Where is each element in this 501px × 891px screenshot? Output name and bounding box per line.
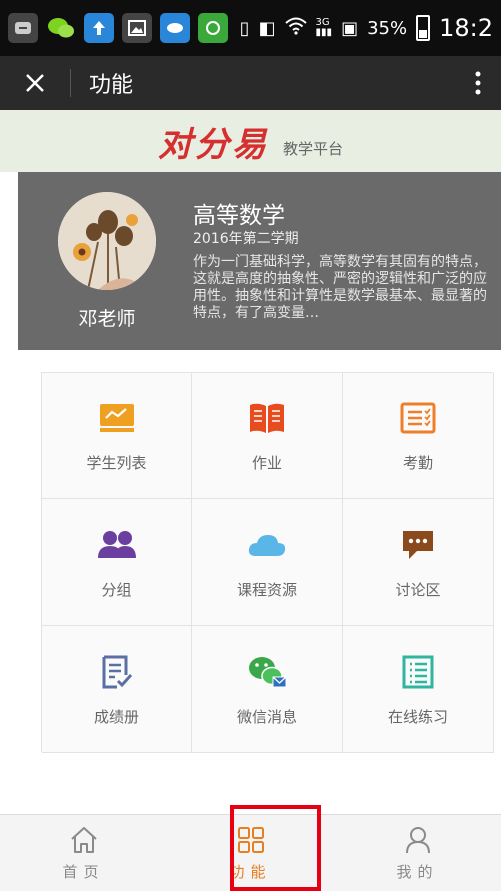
- gradebook-icon: [97, 652, 137, 692]
- page-title: 功能: [89, 73, 134, 98]
- grid-item-label: 在线练习: [387, 707, 448, 726]
- tab-label: 我的: [396, 862, 439, 881]
- grid-item-label: 课程资源: [236, 580, 297, 599]
- grid-item-homework[interactable]: 作业: [192, 373, 343, 499]
- online-practice-icon: [398, 652, 438, 692]
- more-menu-button[interactable]: [455, 56, 501, 110]
- signal-icon: 3G ▮▮▮: [315, 17, 333, 38]
- vibrate-icon: ▯: [239, 17, 250, 39]
- notification-icon: [8, 13, 38, 43]
- sim-icon: ▣: [341, 17, 359, 39]
- tab-function[interactable]: 功能: [167, 815, 334, 891]
- tab-label: 首页: [62, 862, 105, 881]
- battery-icon: [416, 15, 431, 41]
- close-button[interactable]: [0, 56, 70, 110]
- title-bar: 功能: [0, 56, 501, 110]
- user-icon: [405, 826, 430, 853]
- grid-item-label: 成绩册: [93, 707, 139, 726]
- nfc-icon: ◧: [258, 17, 276, 39]
- app-notification-icon: [198, 13, 228, 43]
- grid-item-label: 讨论区: [395, 580, 441, 599]
- grid-item-label: 分组: [101, 580, 132, 599]
- tab-home[interactable]: 首页: [0, 815, 167, 891]
- grid-item-group[interactable]: 分组: [42, 499, 192, 626]
- cloud-icon: [247, 525, 287, 565]
- battery-percent: 35%: [367, 17, 408, 39]
- upload-icon: [84, 13, 114, 43]
- course-card[interactable]: 邓老师 高等数学 2016年第二学期 作为一门基础科学，高等数学有其固有的特点，…: [18, 172, 501, 350]
- image-icon: [122, 13, 152, 43]
- clock: 18:2: [439, 14, 493, 42]
- discussion-icon: [398, 525, 438, 565]
- group-icon: [97, 525, 137, 565]
- wechat-notification-icon: [46, 13, 76, 43]
- grid-item-student-list[interactable]: 学生列表: [42, 373, 192, 499]
- attendance-icon: [398, 398, 438, 438]
- brand-subtitle: 教学平台: [282, 139, 343, 158]
- grid-item-wechat-messages[interactable]: 微信消息: [192, 626, 343, 753]
- status-bar: ▯ ◧ 3G ▮▮▮ ▣ 35% 18:2: [0, 0, 501, 56]
- weather-icon: [160, 13, 190, 43]
- wechat-icon: [247, 652, 287, 692]
- grid-item-attendance[interactable]: 考勤: [343, 373, 494, 499]
- grid-item-label: 作业: [251, 454, 282, 472]
- bottom-tab-bar: 首页 功能 我的: [0, 814, 501, 891]
- grid-item-label: 考勤: [402, 454, 433, 472]
- grid-item-discussion[interactable]: 讨论区: [343, 499, 494, 626]
- more-vertical-icon: [475, 71, 481, 95]
- grid-item-gradebook[interactable]: 成绩册: [42, 626, 192, 753]
- tab-label: 功能: [229, 862, 272, 881]
- function-grid-icon: [237, 826, 264, 853]
- tab-profile[interactable]: 我的: [334, 815, 501, 891]
- grid-item-course-resources[interactable]: 课程资源: [192, 499, 343, 626]
- grid-item-label: 学生列表: [86, 454, 147, 472]
- course-title: 高等数学: [193, 203, 285, 229]
- brand-banner: 对分易 教学平台: [0, 110, 501, 172]
- wifi-icon: [284, 17, 307, 40]
- function-grid: 学生列表 作业 考勤 分组 课程资源 讨论区 成绩册 微信消息 在线练习: [41, 372, 494, 753]
- homework-book-icon: [247, 398, 287, 438]
- grid-item-online-practice[interactable]: 在线练习: [343, 626, 494, 753]
- student-list-icon: [97, 398, 137, 438]
- grid-item-label: 微信消息: [236, 707, 297, 726]
- teacher-avatar: [58, 192, 156, 290]
- course-description: 作为一门基础科学，高等数学有其固有的特点，这就是高度的抽象性、严密的逻辑性和广泛…: [193, 254, 487, 321]
- course-term: 2016年第二学期: [193, 231, 299, 247]
- close-icon: [26, 74, 44, 92]
- title-divider: [70, 69, 71, 97]
- home-icon: [70, 826, 97, 853]
- brand-logo: 对分易: [157, 124, 269, 165]
- teacher-name: 邓老师: [78, 308, 136, 330]
